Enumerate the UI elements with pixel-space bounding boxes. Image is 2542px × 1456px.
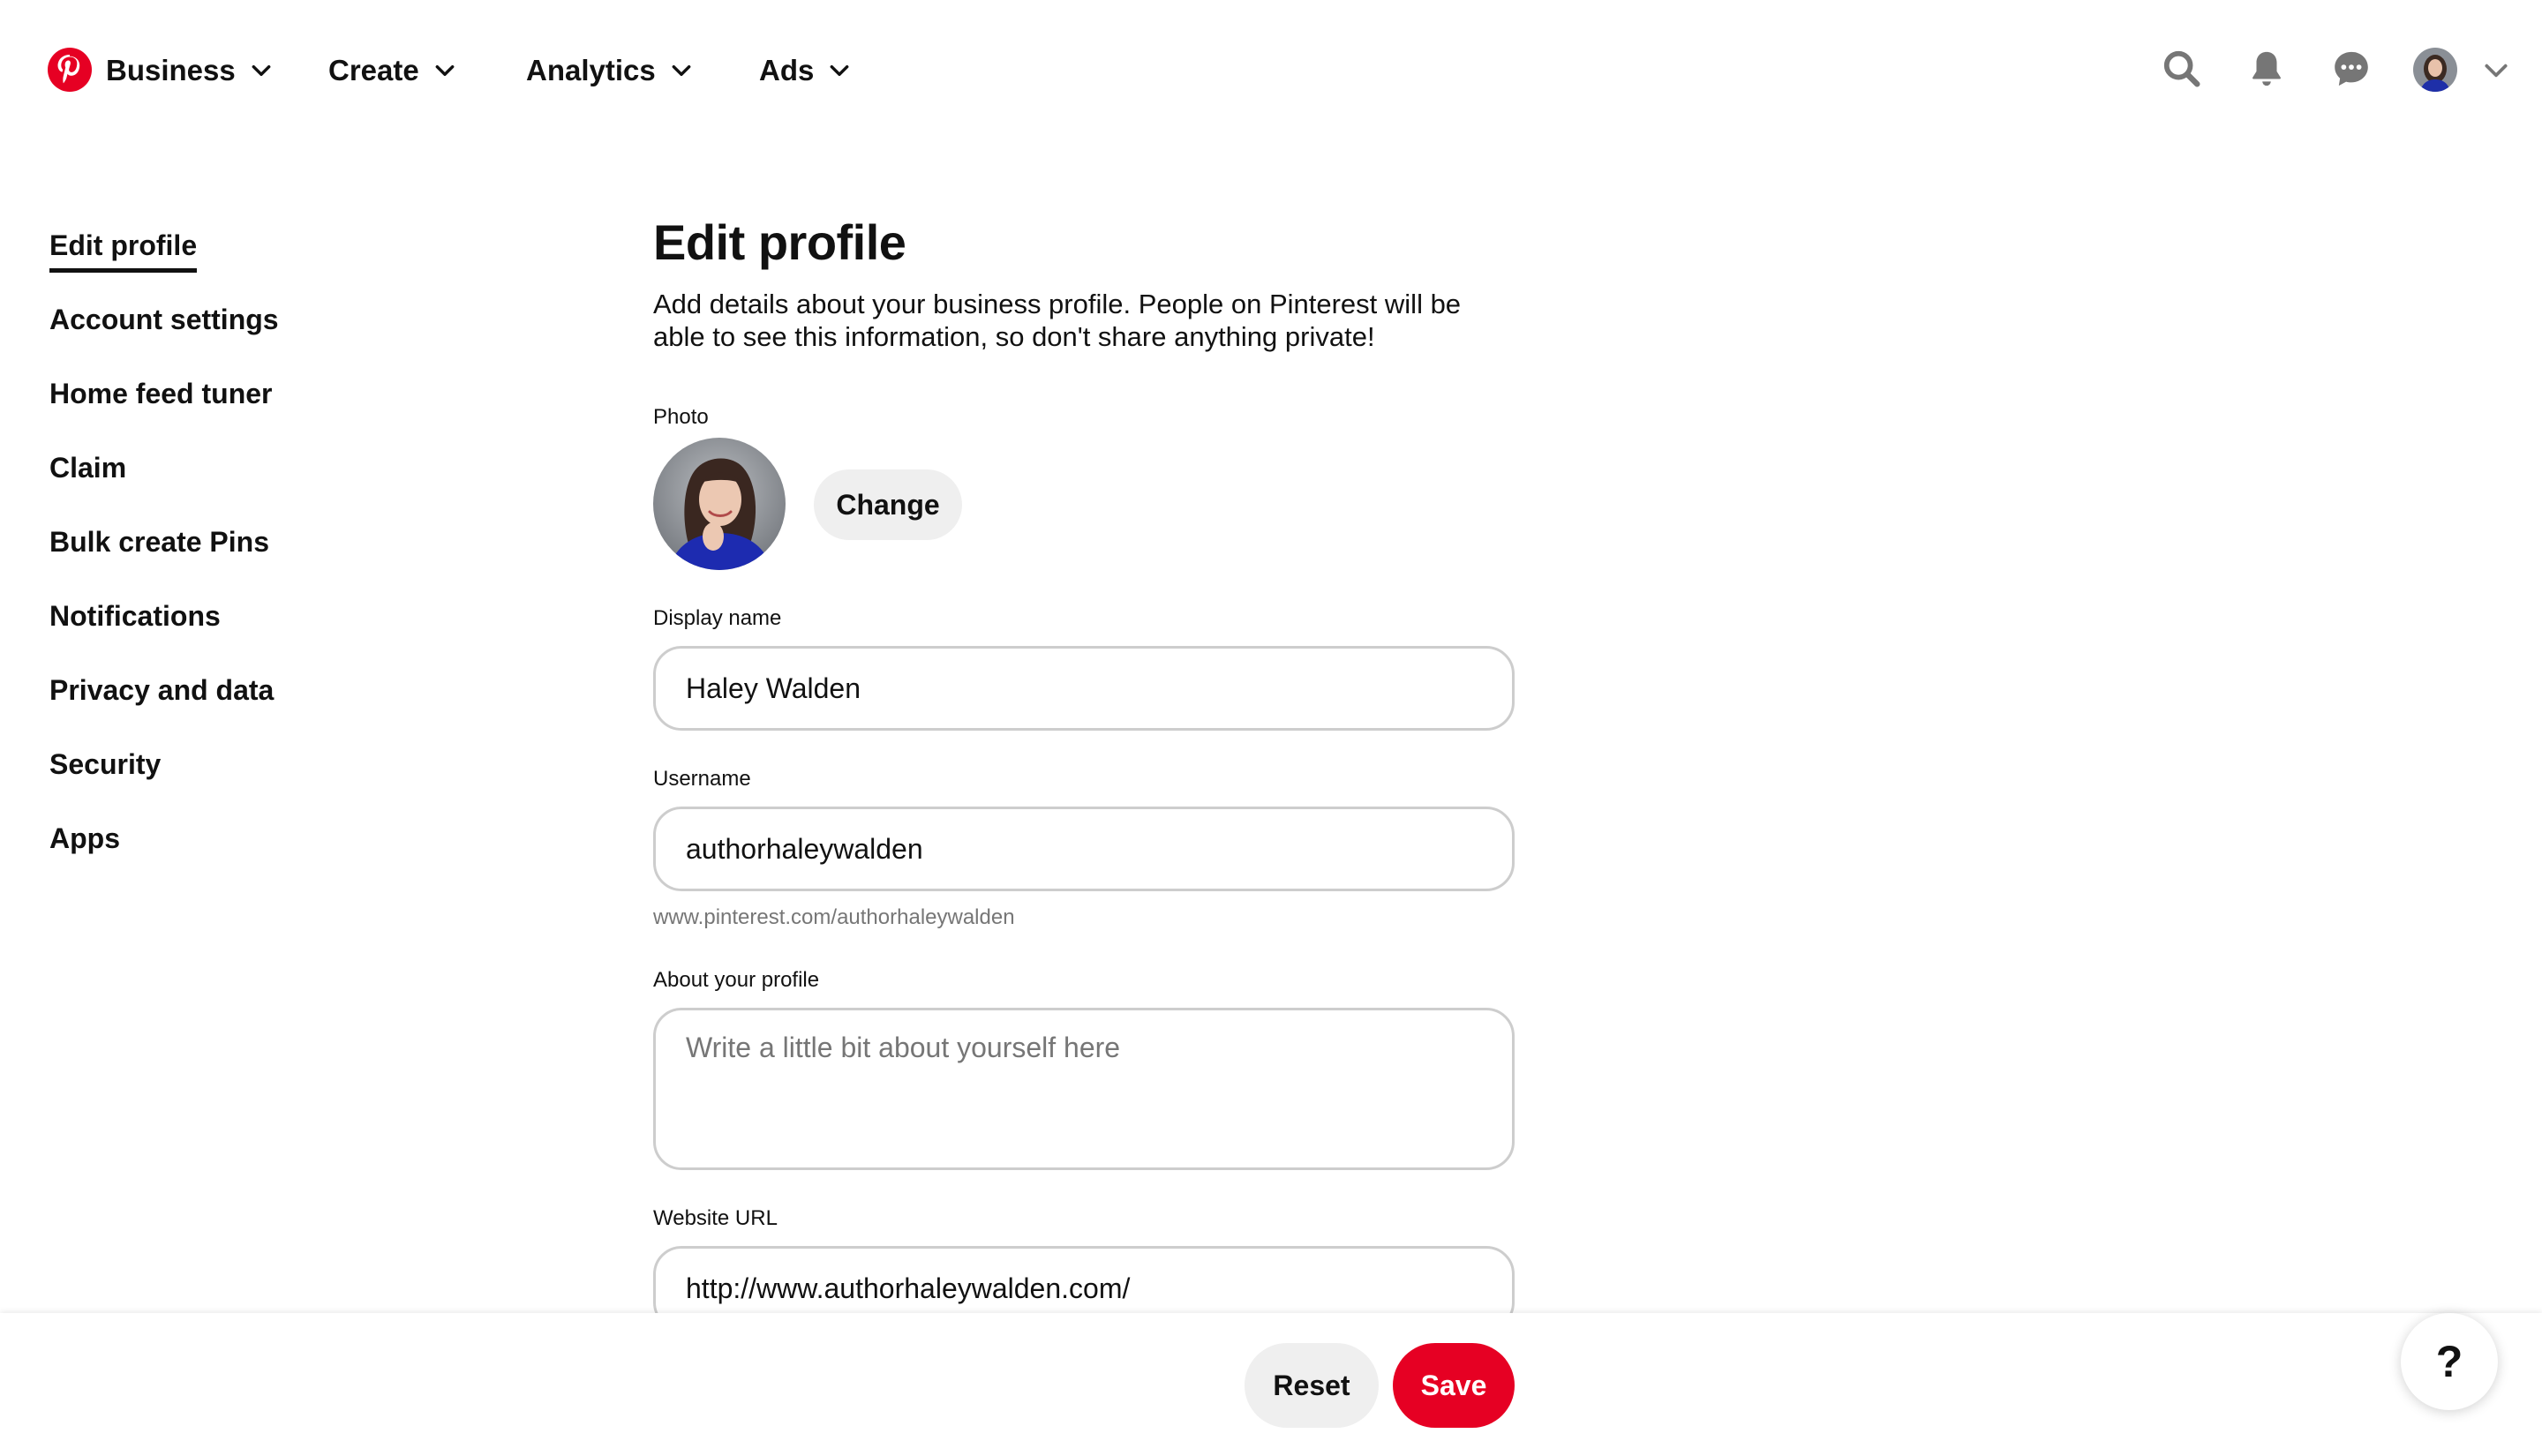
sidebar-item-edit-profile[interactable]: Edit profile <box>49 221 491 295</box>
nav-create[interactable]: Create <box>328 49 456 92</box>
nav-ads[interactable]: Ads <box>759 49 851 92</box>
sidebar-item-label: Security <box>49 748 162 780</box>
sidebar-item-label: Bulk create Pins <box>49 526 269 558</box>
sidebar-item-label: Home feed tuner <box>49 378 273 409</box>
chevron-down-icon <box>830 64 849 77</box>
profile-photo-icon <box>653 438 786 570</box>
display-name-label: Display name <box>653 606 782 630</box>
sidebar-item-account-settings[interactable]: Account settings <box>49 295 491 369</box>
edit-profile-form: Edit profile Add details about your busi… <box>653 212 1518 353</box>
nav-ads-label: Ads <box>759 54 815 86</box>
sidebar-item-claim[interactable]: Claim <box>49 443 491 517</box>
nav-create-label: Create <box>328 54 419 86</box>
sidebar-item-bulk-create-pins[interactable]: Bulk create Pins <box>49 517 491 591</box>
notifications-button[interactable] <box>2244 46 2290 92</box>
nav-analytics[interactable]: Analytics <box>526 49 693 92</box>
pinterest-logo-icon[interactable] <box>48 48 92 92</box>
search-button[interactable] <box>2159 46 2205 92</box>
nav-business-label: Business <box>106 54 236 86</box>
sidebar-item-security[interactable]: Security <box>49 739 491 814</box>
help-icon: ? <box>2435 1337 2463 1386</box>
settings-sidebar: Edit profile Account settings Home feed … <box>49 221 491 888</box>
website-url-label: Website URL <box>653 1206 778 1230</box>
edit-profile-page: Business Create Analytics Ads Edit profi… <box>0 0 2542 1456</box>
help-button[interactable]: ? <box>2401 1313 2498 1410</box>
page-title: Edit profile <box>653 214 906 270</box>
sidebar-item-label: Edit profile <box>49 229 198 273</box>
chevron-down-icon <box>435 64 455 77</box>
sidebar-item-notifications[interactable]: Notifications <box>49 591 491 665</box>
sidebar-item-label: Claim <box>49 452 127 484</box>
nav-business[interactable]: Business <box>106 49 273 92</box>
messages-icon <box>2335 51 2368 86</box>
sidebar-item-apps[interactable]: Apps <box>49 814 491 888</box>
chevron-down-icon <box>252 64 271 77</box>
sidebar-item-label: Apps <box>49 822 120 854</box>
sidebar-item-label: Account settings <box>49 304 279 335</box>
sidebar-item-label: Privacy and data <box>49 674 275 706</box>
chevron-down-icon <box>672 64 691 77</box>
about-profile-textarea[interactable] <box>653 1008 1515 1170</box>
account-menu-chevron-icon[interactable] <box>2482 56 2510 85</box>
sidebar-item-privacy-and-data[interactable]: Privacy and data <box>49 665 491 739</box>
search-icon <box>2163 50 2200 87</box>
profile-url-hint: www.pinterest.com/authorhaleywalden <box>653 905 1015 929</box>
username-label: Username <box>653 767 751 791</box>
change-photo-button[interactable]: Change <box>814 469 962 540</box>
save-button[interactable]: Save <box>1393 1343 1515 1428</box>
page-subtitle: Add details about your business profile.… <box>653 289 1462 352</box>
photo-label: Photo <box>653 405 709 429</box>
username-input[interactable] <box>653 807 1515 891</box>
display-name-input[interactable] <box>653 646 1515 731</box>
profile-photo-icon <box>2413 48 2457 92</box>
nav-analytics-label: Analytics <box>526 54 656 86</box>
top-navigation: Business Create Analytics Ads <box>0 0 2542 141</box>
sidebar-item-home-feed-tuner[interactable]: Home feed tuner <box>49 369 491 443</box>
messages-button[interactable] <box>2328 46 2374 92</box>
reset-button[interactable]: Reset <box>1245 1343 1379 1428</box>
sidebar-item-label: Notifications <box>49 600 221 632</box>
avatar[interactable] <box>2413 48 2457 92</box>
profile-photo <box>653 438 786 570</box>
bell-icon <box>2252 51 2281 86</box>
about-profile-label: About your profile <box>653 968 820 992</box>
